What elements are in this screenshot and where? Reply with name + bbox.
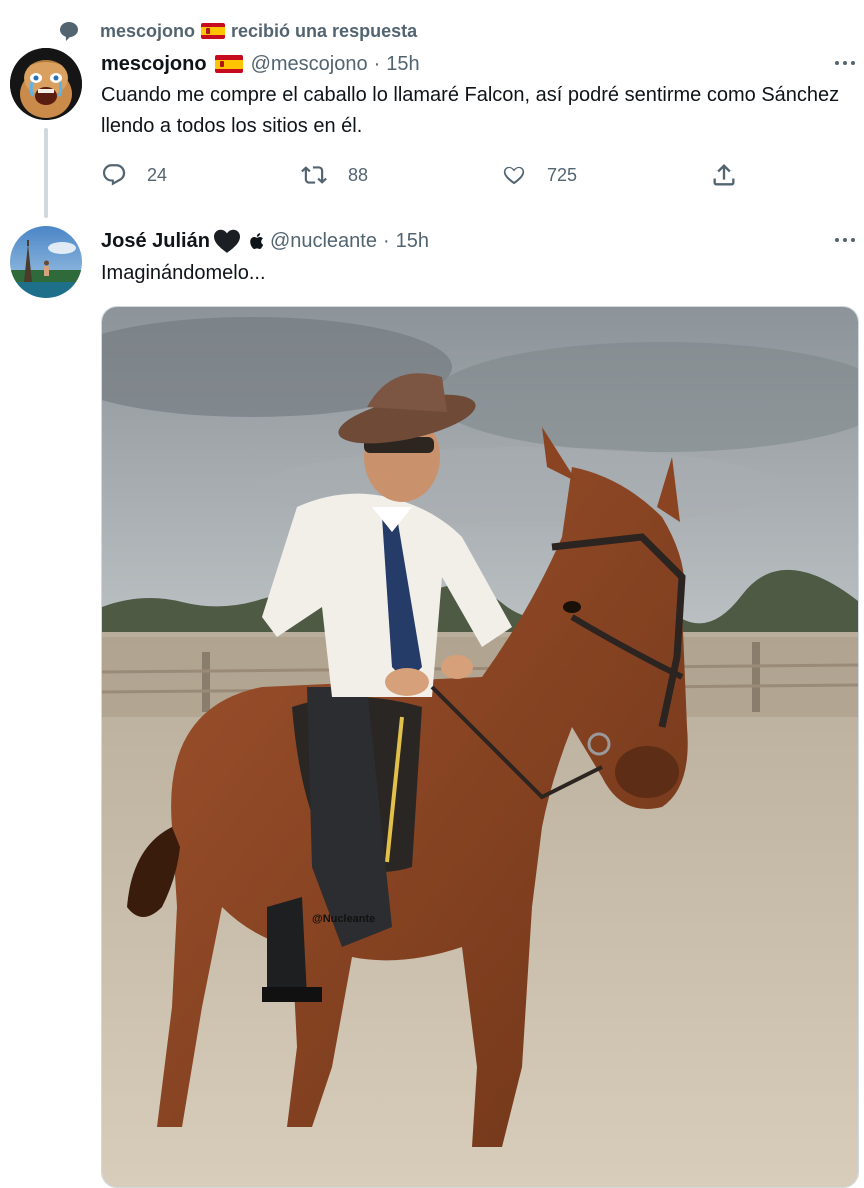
thread-line xyxy=(44,128,48,218)
context-user[interactable]: mescojono xyxy=(100,21,195,42)
user-handle[interactable]: @nucleante xyxy=(270,230,377,253)
reply-count: 24 xyxy=(147,164,168,185)
share-icon xyxy=(713,164,735,186)
heart-icon xyxy=(503,166,525,185)
tweet-header: José Julián @nucleante · 15h xyxy=(101,229,429,253)
tweet-image[interactable]: @Nucleante xyxy=(101,306,859,1188)
more-dots-icon[interactable] xyxy=(830,230,860,250)
rider-on-horse-photo xyxy=(102,307,858,1187)
user-handle[interactable]: @mescojono xyxy=(251,53,368,76)
reply-button[interactable]: 24 xyxy=(101,161,167,189)
tweet-header: mescojono @mescojono · 15h xyxy=(101,52,420,76)
avatar[interactable] xyxy=(10,226,82,298)
timestamp[interactable]: 15h xyxy=(396,230,429,253)
spain-flag-icon xyxy=(214,55,243,73)
display-name[interactable]: José Julián xyxy=(101,230,210,253)
share-button[interactable] xyxy=(710,161,738,189)
timestamp[interactable]: 15h xyxy=(386,53,419,76)
avatar[interactable] xyxy=(10,48,82,120)
display-name[interactable]: mescojono xyxy=(101,53,207,76)
social-context[interactable]: mescojono recibió una respuesta xyxy=(58,17,758,45)
retweet-icon xyxy=(301,166,327,184)
spain-flag-icon xyxy=(201,23,226,39)
retweet-button[interactable]: 88 xyxy=(300,161,368,189)
tweet-text: Imaginándomelo... xyxy=(101,262,266,284)
retweet-count: 88 xyxy=(348,164,369,185)
image-watermark: @Nucleante xyxy=(312,913,376,925)
reply-icon xyxy=(102,164,126,186)
apple-icon xyxy=(250,233,264,249)
like-count: 725 xyxy=(547,164,578,185)
like-button[interactable]: 725 xyxy=(501,161,577,189)
black-heart-icon xyxy=(213,229,240,253)
more-dots-icon[interactable] xyxy=(830,53,860,73)
separator: · xyxy=(373,52,381,75)
speech-bubble-icon xyxy=(58,20,80,42)
separator: · xyxy=(382,229,390,252)
tweet-text: Cuando me compre el caballo lo llamaré F… xyxy=(101,84,840,137)
context-label: recibió una respuesta xyxy=(231,20,418,41)
